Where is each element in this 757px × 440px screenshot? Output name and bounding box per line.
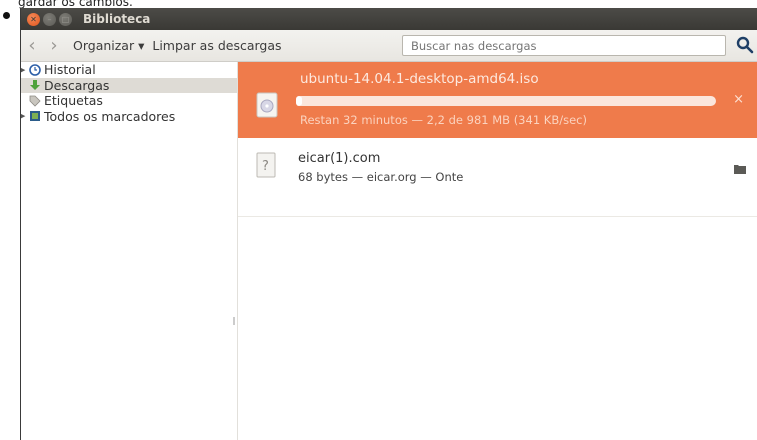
sidebar-item-label: Todos os marcadores [44,108,176,124]
expand-triangle-icon[interactable]: ▶ [21,66,28,74]
folder-icon[interactable] [734,164,746,174]
back-button[interactable]: ‹ [21,34,43,58]
forward-button[interactable]: › [43,34,65,58]
download-filename: ubuntu-14.04.1-desktop-amd64.iso [300,71,539,87]
sidebar-item-downloads[interactable]: Descargas [21,77,237,93]
window-title: Biblioteca [83,12,151,26]
search-icon[interactable] [736,36,754,54]
title-bar: ✕ – □ Biblioteca [21,8,757,30]
download-progress-bar [296,96,716,106]
list-item-download[interactable]: ? eicar(1).com 68 bytes — eicar.org — On… [238,138,757,217]
sidebar-item-all-bookmarks[interactable]: ▶ Todos os marcadores [21,109,237,125]
disc-image-file-icon [256,92,278,118]
sidebar-item-label: Descargas [44,77,110,93]
organize-menu-button[interactable]: Organizar ▾ [73,38,144,53]
unknown-file-icon: ? [256,152,276,178]
minimize-window-button[interactable]: – [43,12,56,26]
expand-triangle-icon[interactable]: ▶ [21,112,28,120]
downloads-list: ubuntu-14.04.1-desktop-amd64.iso Restan … [238,62,757,440]
sidebar-item-label: Etiquetas [44,93,103,109]
sidebar: ▶ Historial Descargas Etiquetas ▶ Todos … [21,62,238,440]
download-status: 68 bytes — eicar.org — Onte [298,170,464,184]
download-progress-fill [296,96,303,106]
back-arrow-icon: ‹ [28,35,36,56]
content-area: ▶ Historial Descargas Etiquetas ▶ Todos … [21,62,757,440]
maximize-window-button[interactable]: □ [59,12,72,26]
sidebar-item-tags[interactable]: Etiquetas [21,93,237,109]
tag-icon [29,95,41,107]
download-arrow-icon [29,79,41,91]
clock-icon [29,63,41,76]
pane-resize-handle[interactable] [233,317,235,325]
download-filename: eicar(1).com [298,151,381,166]
close-window-button[interactable]: ✕ [27,12,40,26]
forward-arrow-icon: › [50,35,58,56]
clear-downloads-button[interactable]: Limpar as descargas [152,38,281,53]
bookmarks-icon [29,110,41,122]
list-item-active-download[interactable]: ubuntu-14.04.1-desktop-amd64.iso Restan … [238,62,757,138]
toolbar: ‹ › Organizar ▾ Limpar as descargas [21,30,757,62]
svg-text:?: ? [262,159,269,174]
sidebar-item-history[interactable]: ▶ Historial [21,62,237,78]
library-window: ✕ – □ Biblioteca ‹ › Organizar ▾ Limpar … [20,8,757,440]
cancel-download-icon[interactable]: × [733,92,744,107]
list-bullet [3,12,10,19]
search-downloads-input[interactable] [402,35,726,56]
sidebar-item-label: Historial [44,62,96,78]
download-status: Restan 32 minutos — 2,2 de 981 MB (341 K… [300,113,587,127]
